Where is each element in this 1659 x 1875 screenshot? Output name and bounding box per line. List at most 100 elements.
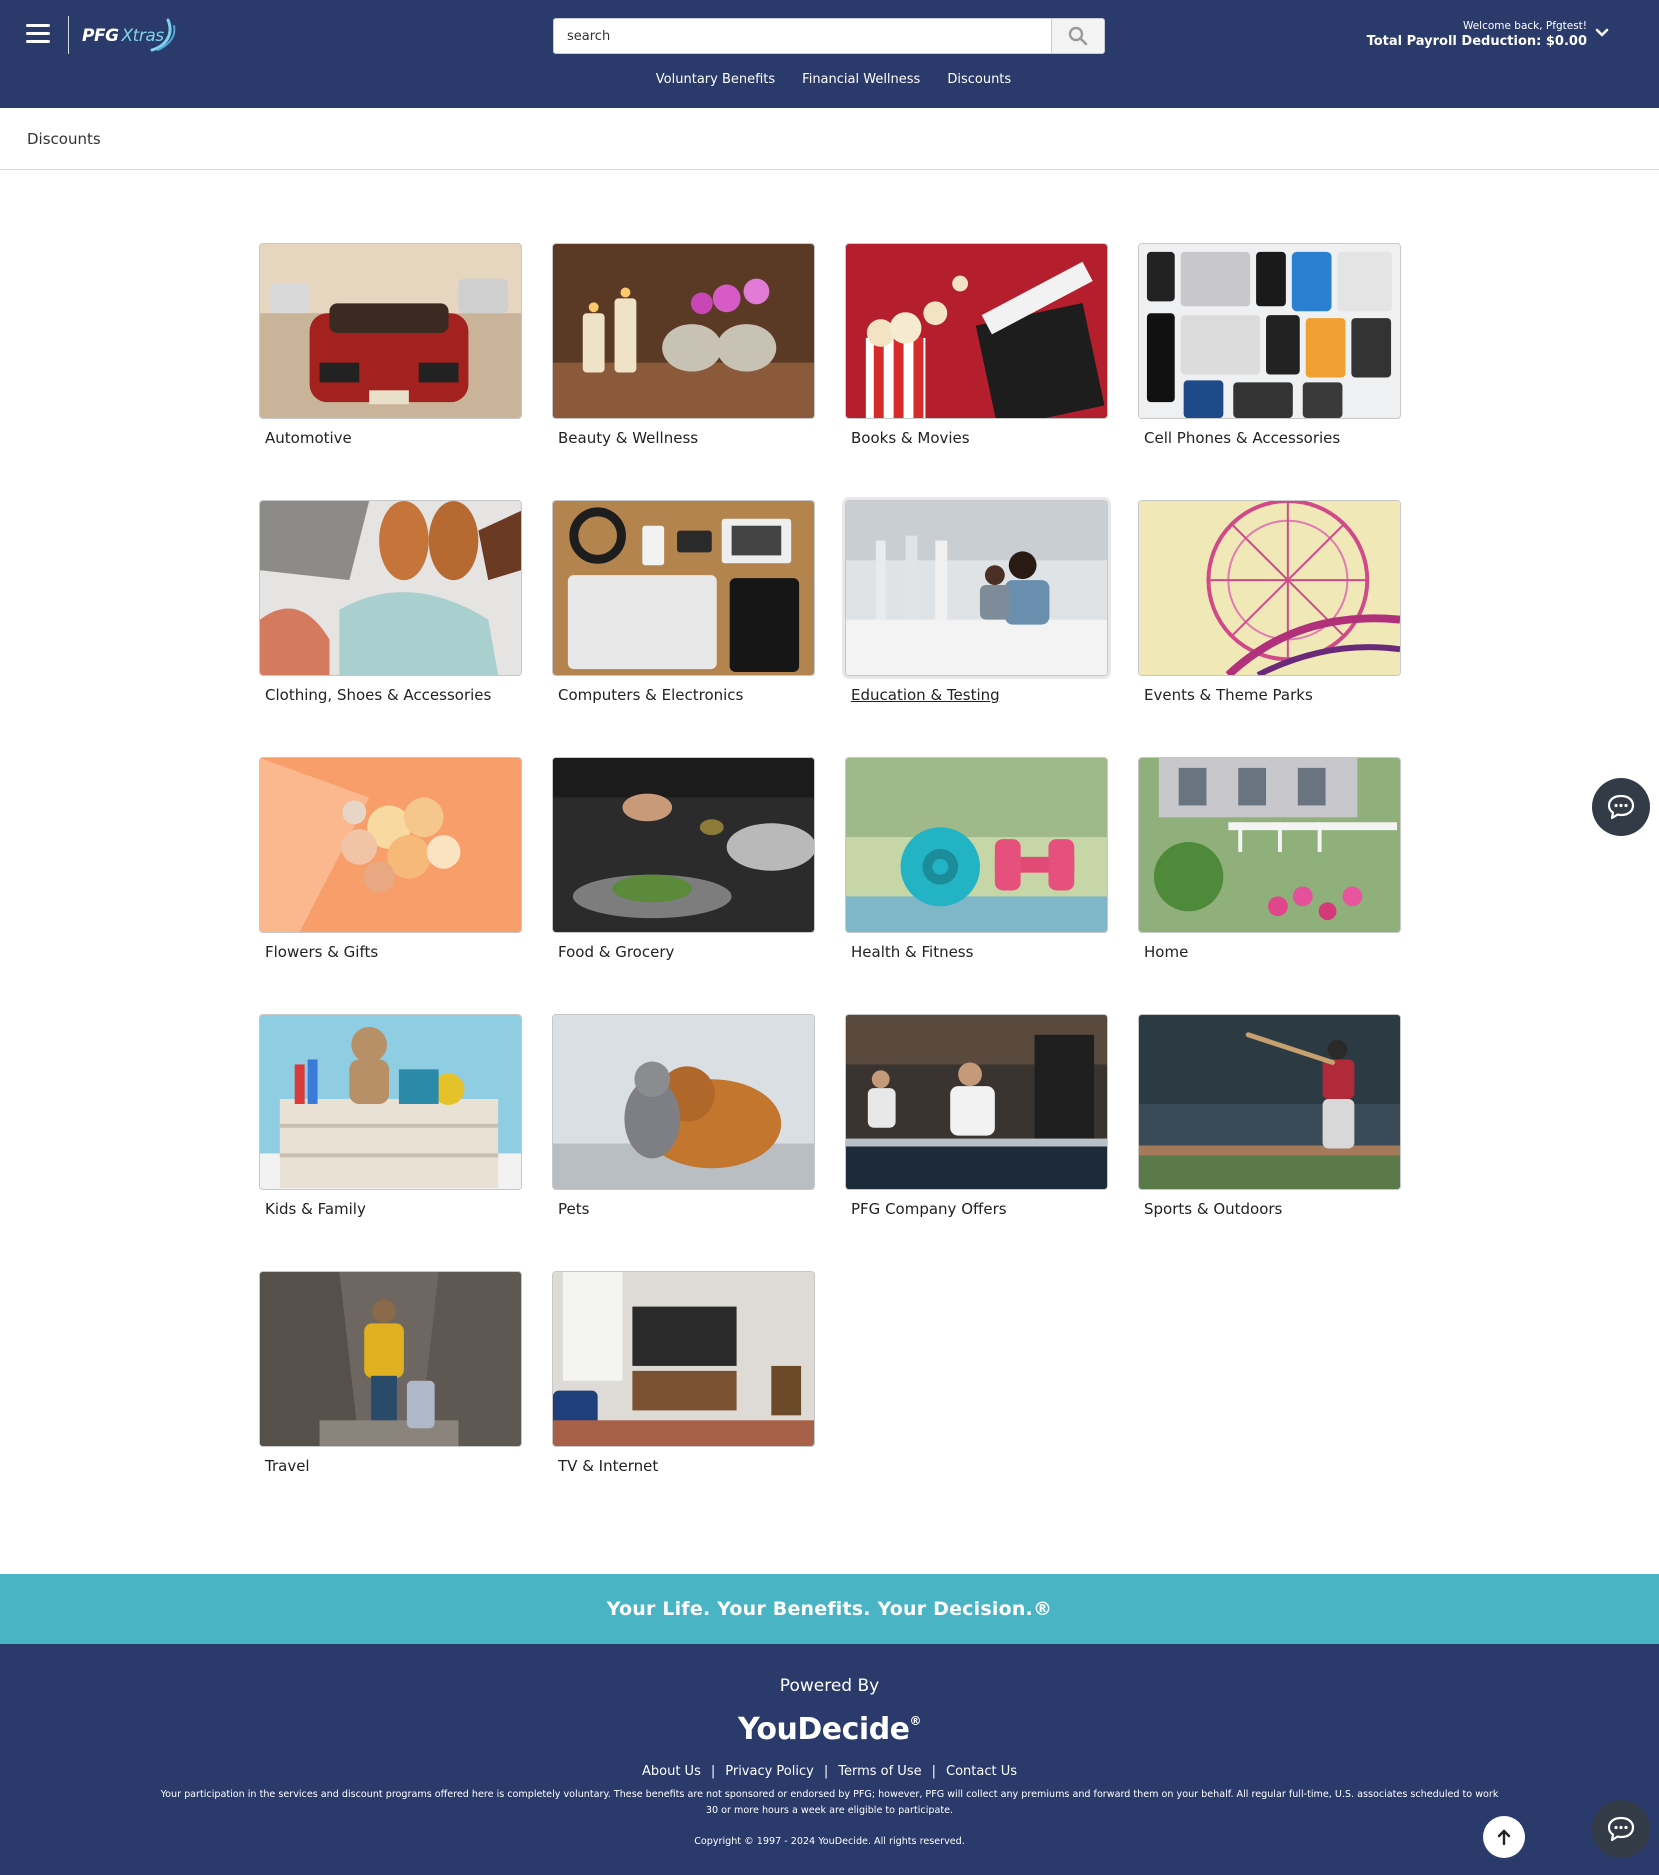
category-card[interactable]: Pets: [552, 1014, 815, 1271]
site-header: PFGXtras Voluntary Benefits Financial We…: [0, 0, 1659, 108]
category-card[interactable]: Flowers & Gifts: [259, 757, 522, 1014]
footer-link-terms[interactable]: Terms of Use: [838, 1764, 921, 1779]
category-card[interactable]: Cell Phones & Accessories: [1138, 243, 1401, 500]
category-image[interactable]: [552, 1014, 815, 1190]
category-photo: [260, 244, 521, 418]
nav-discounts[interactable]: Discounts: [947, 72, 1011, 87]
footer-link-privacy[interactable]: Privacy Policy: [725, 1764, 814, 1779]
main-nav: Voluntary Benefits Financial Wellness Di…: [0, 72, 1659, 87]
category-image[interactable]: [1138, 757, 1401, 933]
category-card[interactable]: Sports & Outdoors: [1138, 1014, 1401, 1271]
category-photo: [846, 244, 1107, 418]
category-label[interactable]: Computers & Electronics: [552, 686, 815, 704]
category-card[interactable]: Computers & Electronics: [552, 500, 815, 757]
search-bar: [553, 18, 1105, 54]
category-image[interactable]: [1138, 500, 1401, 676]
category-image[interactable]: [552, 757, 815, 933]
category-card[interactable]: Beauty & Wellness: [552, 243, 815, 500]
chat-bubble-icon: [1607, 1816, 1635, 1842]
category-label[interactable]: Beauty & Wellness: [552, 429, 815, 447]
chat-bubble-icon: [1607, 794, 1635, 820]
category-image[interactable]: [1138, 1014, 1401, 1190]
hamburger-menu-icon[interactable]: [26, 24, 50, 46]
logo-swoosh-icon: [150, 18, 176, 52]
chat-button[interactable]: [1592, 1800, 1650, 1858]
scroll-to-top-button[interactable]: [1483, 1816, 1525, 1858]
category-photo: [260, 1015, 521, 1189]
footer-links: About Us | Privacy Policy | Terms of Use…: [0, 1764, 1659, 1779]
category-label[interactable]: TV & Internet: [552, 1457, 815, 1475]
category-photo: [553, 1015, 814, 1189]
breadcrumb: Discounts: [27, 130, 101, 148]
search-button[interactable]: [1051, 18, 1105, 54]
category-image[interactable]: [845, 500, 1108, 676]
category-card[interactable]: Health & Fitness: [845, 757, 1108, 1014]
category-label[interactable]: Kids & Family: [259, 1200, 522, 1218]
category-image[interactable]: [259, 243, 522, 419]
pfg-xtras-logo[interactable]: PFG Xtras: [82, 18, 182, 54]
category-grid: Automotive Beauty & Wellness Books & Movie…: [259, 243, 1401, 1528]
footer-link-about[interactable]: About Us: [642, 1764, 701, 1779]
footer-link-contact[interactable]: Contact Us: [946, 1764, 1017, 1779]
tagline: Your Life. Your Benefits. Your Decision.…: [606, 1598, 1053, 1620]
category-image[interactable]: [552, 500, 815, 676]
category-label[interactable]: Home: [1138, 943, 1401, 961]
category-image[interactable]: [552, 1271, 815, 1447]
chat-button[interactable]: [1592, 778, 1650, 836]
category-image[interactable]: [845, 757, 1108, 933]
category-label[interactable]: Events & Theme Parks: [1138, 686, 1401, 704]
category-photo: [553, 501, 814, 675]
category-label[interactable]: Education & Testing: [845, 686, 1108, 704]
category-photo: [846, 758, 1107, 932]
category-image[interactable]: [1138, 243, 1401, 419]
category-card[interactable]: TV & Internet: [552, 1271, 815, 1528]
category-image[interactable]: [259, 1014, 522, 1190]
link-separator: |: [710, 1764, 716, 1779]
category-photo: [553, 758, 814, 932]
category-card[interactable]: Clothing, Shoes & Accessories: [259, 500, 522, 757]
category-label[interactable]: Automotive: [259, 429, 522, 447]
category-photo: [260, 758, 521, 932]
category-photo: [1139, 244, 1400, 418]
category-image[interactable]: [845, 243, 1108, 419]
category-card[interactable]: Automotive: [259, 243, 522, 500]
category-card[interactable]: Books & Movies: [845, 243, 1108, 500]
category-image[interactable]: [259, 1271, 522, 1447]
link-separator: |: [931, 1764, 936, 1779]
nav-voluntary-benefits[interactable]: Voluntary Benefits: [656, 72, 775, 87]
category-image[interactable]: [259, 500, 522, 676]
category-label[interactable]: PFG Company Offers: [845, 1200, 1108, 1218]
disclaimer: Your participation in the services and d…: [160, 1789, 1499, 1816]
category-photo: [260, 1272, 521, 1446]
category-label[interactable]: Cell Phones & Accessories: [1138, 429, 1401, 447]
category-photo: [1139, 1015, 1400, 1189]
category-label[interactable]: Food & Grocery: [552, 943, 815, 961]
category-label[interactable]: Clothing, Shoes & Accessories: [259, 686, 522, 704]
account-summary[interactable]: Welcome back, Pfgtest! Total Payroll Ded…: [1367, 19, 1587, 50]
category-label[interactable]: Sports & Outdoors: [1138, 1200, 1401, 1218]
category-label[interactable]: Pets: [552, 1200, 815, 1218]
category-label[interactable]: Travel: [259, 1457, 522, 1475]
payroll-deduction: Total Payroll Deduction: $0.00: [1366, 34, 1587, 49]
category-label[interactable]: Health & Fitness: [845, 943, 1108, 961]
category-card[interactable]: Home: [1138, 757, 1401, 1014]
category-label[interactable]: Flowers & Gifts: [259, 943, 522, 961]
category-label[interactable]: Books & Movies: [845, 429, 1108, 447]
link-separator: |: [823, 1764, 829, 1779]
category-image[interactable]: [552, 243, 815, 419]
category-photo: [553, 244, 814, 418]
category-card[interactable]: Events & Theme Parks: [1138, 500, 1401, 757]
category-card[interactable]: Food & Grocery: [552, 757, 815, 1014]
category-card[interactable]: PFG Company Offers: [845, 1014, 1108, 1271]
category-image[interactable]: [845, 1014, 1108, 1190]
category-card[interactable]: Travel: [259, 1271, 522, 1528]
search-input[interactable]: [553, 18, 1051, 54]
category-card[interactable]: Education & Testing: [845, 500, 1108, 757]
chevron-down-icon[interactable]: [1595, 28, 1609, 38]
category-image[interactable]: [259, 757, 522, 933]
category-card[interactable]: Kids & Family: [259, 1014, 522, 1271]
header-divider: [68, 16, 69, 54]
welcome-text: Welcome back, Pfgtest!: [1462, 20, 1587, 32]
nav-financial-wellness[interactable]: Financial Wellness: [802, 72, 920, 87]
breadcrumb-bar: Discounts: [0, 108, 1659, 170]
